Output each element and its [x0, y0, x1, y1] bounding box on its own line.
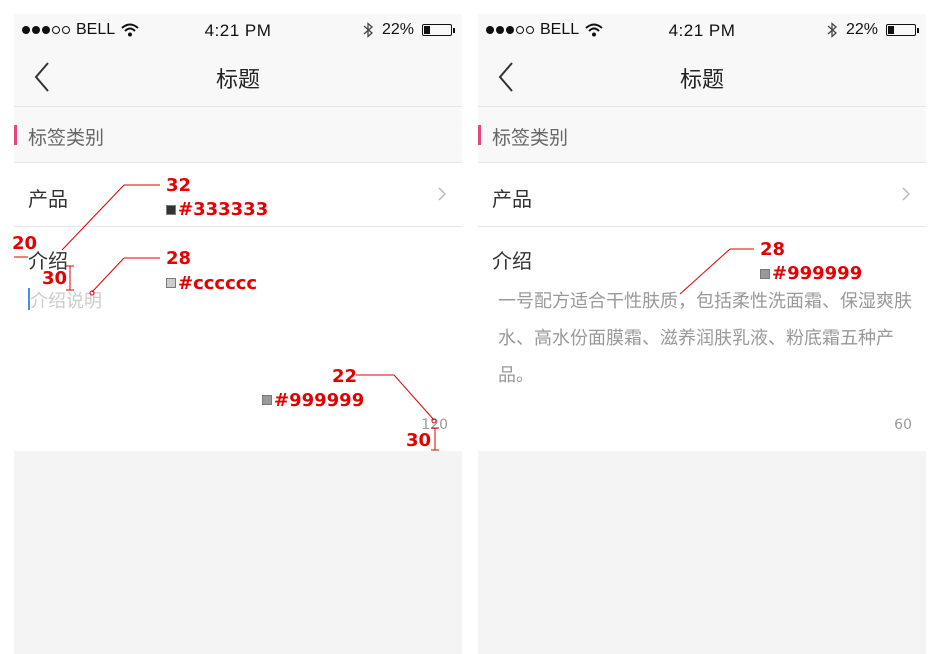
phone-screen-filled: BELL 4:21 PM 22% 标题 标签类别 产品 介绍 一号配方适合干性肤… — [478, 14, 926, 654]
battery-percent: 22% — [845, 21, 878, 38]
battery-icon — [886, 24, 919, 36]
annotation-font-size: 28 — [760, 239, 786, 260]
section-label: 标签类别 — [492, 127, 569, 149]
annotation-font-size: 28 — [166, 248, 192, 269]
intro-placeholder[interactable]: 介绍说明 — [30, 287, 102, 313]
battery-level-fill — [424, 26, 430, 34]
intro-text[interactable]: 一号配方适合干性肤质，包括柔性洗面霜、保湿爽肤水、高水份面膜霜、滋养润肤乳液、粉… — [498, 283, 916, 394]
annotation-spacing: 20 — [12, 233, 38, 254]
color-swatch — [760, 269, 770, 279]
char-counter: 60 — [894, 417, 912, 433]
battery-level-fill — [888, 26, 894, 34]
battery-icon — [422, 24, 455, 36]
annotation-font-size: 22 — [332, 366, 358, 387]
annotation-color: #333333 — [178, 199, 269, 220]
color-swatch — [262, 395, 272, 405]
color-swatch — [166, 205, 176, 215]
annotation-font-size: 32 — [166, 175, 192, 196]
phone-screen-edit: BELL 4:21 PM 22% 标题 标签类别 产品 介绍 介绍说明 120 — [14, 14, 462, 654]
annotation-color: #999999 — [772, 263, 863, 284]
page-title: 标题 — [679, 68, 724, 93]
section-accent-bar — [478, 125, 481, 145]
chevron-right-icon — [902, 187, 910, 201]
product-row-label: 产品 — [28, 187, 68, 211]
intro-label: 介绍 — [492, 249, 532, 273]
battery-percent: 22% — [381, 21, 414, 38]
section-accent-bar — [14, 125, 17, 145]
status-bar: BELL 4:21 PM 22% — [14, 14, 462, 48]
chevron-right-icon — [438, 187, 446, 201]
section-label: 标签类别 — [28, 127, 105, 149]
page-title: 标题 — [215, 68, 260, 93]
section-header: 标签类别 — [14, 107, 462, 163]
color-swatch — [166, 278, 176, 288]
intro-field[interactable]: 介绍 介绍说明 120 — [14, 227, 462, 451]
product-row[interactable]: 产品 — [478, 163, 926, 227]
navigation-bar: 标题 — [478, 48, 926, 107]
product-row-label: 产品 — [492, 187, 532, 211]
bluetooth-icon — [363, 22, 373, 38]
status-bar: BELL 4:21 PM 22% — [478, 14, 926, 48]
intro-field[interactable]: 介绍 一号配方适合干性肤质，包括柔性洗面霜、保湿爽肤水、高水份面膜霜、滋养润肤乳… — [478, 227, 926, 451]
navigation-bar: 标题 — [14, 48, 462, 107]
annotation-spacing: 30 — [42, 268, 68, 289]
annotation-color: #999999 — [274, 390, 365, 411]
section-header: 标签类别 — [478, 107, 926, 163]
annotation-color: #cccccc — [178, 273, 258, 294]
bluetooth-icon — [827, 22, 837, 38]
annotation-spacing: 30 — [406, 430, 432, 451]
